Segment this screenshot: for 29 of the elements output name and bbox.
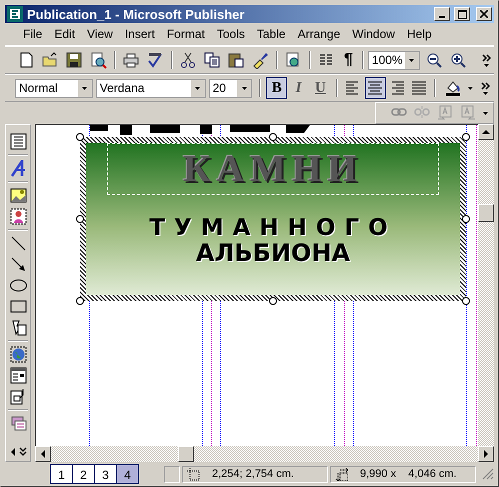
menu-item[interactable]: Table: [250, 25, 292, 43]
menu-item[interactable]: View: [81, 25, 119, 43]
menu-item[interactable]: Tools: [210, 25, 251, 43]
page-tab[interactable]: 1: [51, 465, 73, 483]
window-title: Publication_1 - Microsoft Publisher: [27, 6, 246, 22]
menu-item[interactable]: Insert: [118, 25, 161, 43]
page-tab[interactable]: 4: [117, 465, 138, 483]
menu-item[interactable]: Window: [346, 25, 401, 43]
page-tab[interactable]: 2: [73, 465, 95, 483]
headline-text: АЛЬБИОНА: [196, 239, 350, 267]
menu-item[interactable]: Arrange: [292, 25, 346, 43]
style-combo[interactable]: Normal: [15, 78, 93, 98]
show-formatting-marks-button[interactable]: ¶: [339, 51, 358, 69]
page-tab[interactable]: 3: [95, 465, 117, 483]
menu-item[interactable]: Edit: [48, 25, 82, 43]
wordart-title: КАМНИ: [183, 147, 363, 191]
menu-item[interactable]: Format: [160, 25, 211, 43]
underline-button[interactable]: U: [310, 77, 331, 99]
text-frame[interactable]: КАМНИ ТУМАННОГО АЛЬБИОНА: [80, 137, 466, 301]
font-combo[interactable]: Verdana: [96, 78, 206, 98]
italic-button[interactable]: I: [288, 77, 310, 99]
bold-button[interactable]: B: [266, 77, 288, 99]
headline-text: ТУМАННОГО: [149, 215, 397, 241]
zoom-combo[interactable]: 100%: [368, 50, 420, 70]
size-readout: 9,990 x 4,046 cm.: [360, 468, 457, 480]
menu-item[interactable]: Help: [400, 25, 438, 43]
menu-item[interactable]: File: [17, 25, 48, 43]
position-readout: 2,254; 2,754 cm.: [212, 468, 294, 480]
font-size-combo[interactable]: 20: [208, 78, 252, 98]
